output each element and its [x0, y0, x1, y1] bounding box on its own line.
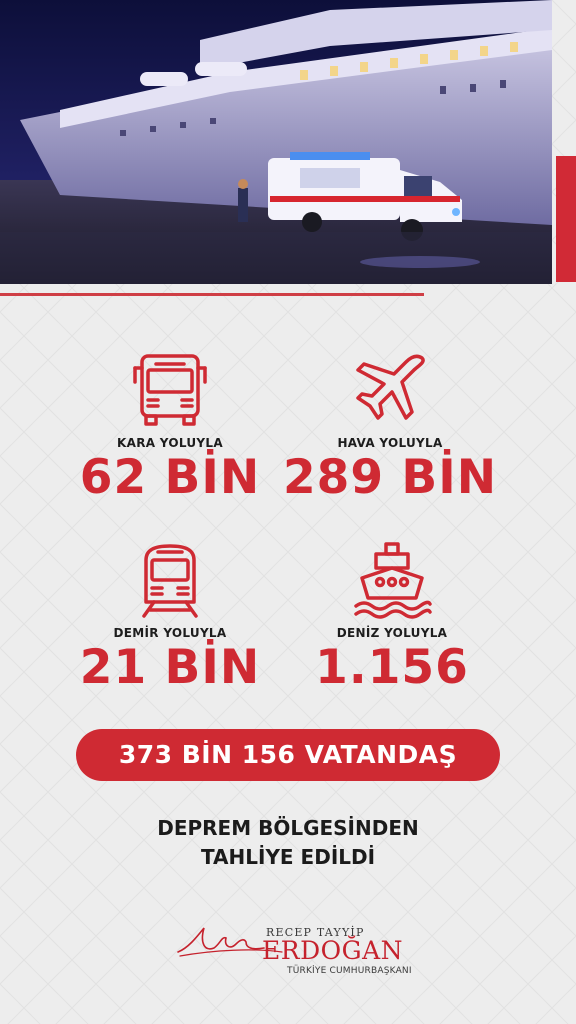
stat-demir-yoluyla: DEMİR YOLUYLA 21 BİN	[40, 540, 300, 691]
caption-line-2: TAHLİYE EDİLDİ	[200, 845, 376, 869]
caption-line-1: DEPREM BÖLGESİNDEN	[157, 816, 419, 840]
demir-label: DEMİR YOLUYLA	[113, 626, 227, 640]
deniz-value: 1.156	[315, 640, 469, 695]
hava-label: HAVA YOLUYLA	[337, 436, 443, 450]
stat-deniz-yoluyla: DENİZ YOLUYLA 1.156	[262, 540, 522, 691]
bus-icon	[133, 354, 207, 426]
airplane-icon	[356, 354, 425, 420]
signature-title: TÜRKİYE CUMHURBAŞKANI	[287, 966, 412, 976]
side-accent-stripe	[556, 156, 576, 282]
stat-hava-yoluyla: HAVA YOLUYLA 289 BİN	[260, 350, 520, 501]
ship-evacuation-photo	[0, 0, 552, 284]
deniz-label: DENİZ YOLUYLA	[336, 626, 448, 640]
signature-surname: ERDOĞAN	[262, 936, 404, 965]
ship-icon	[354, 542, 432, 619]
signature-block: RECEP TAYYİP ERDOĞAN TÜRKİYE CUMHURBAŞKA…	[174, 908, 414, 988]
train-icon	[142, 544, 198, 618]
total-citizens-badge: 373 BİN 156 VATANDAŞ	[76, 729, 500, 781]
divider-line	[0, 293, 424, 296]
hava-value: 289 BİN	[282, 450, 498, 505]
demir-value: 21 BİN	[79, 640, 261, 695]
